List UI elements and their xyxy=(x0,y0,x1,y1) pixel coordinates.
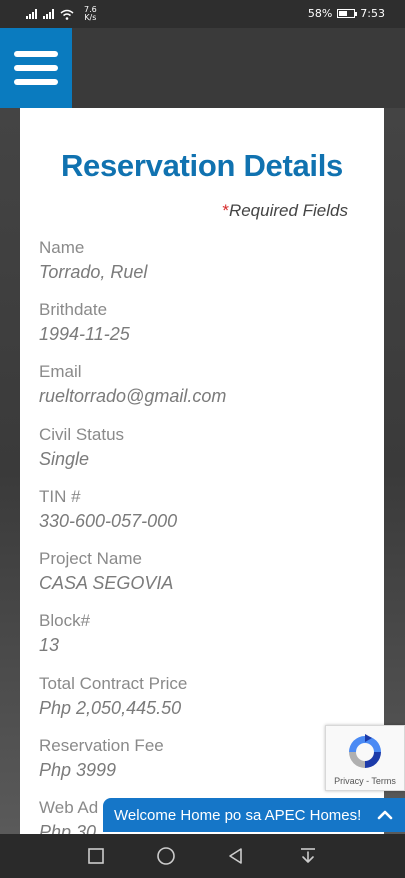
battery-icon xyxy=(337,9,358,18)
wifi-icon xyxy=(60,9,74,20)
field-value: Torrado, Ruel xyxy=(39,262,148,282)
field-label: Email xyxy=(39,362,82,381)
battery-percent: 58% xyxy=(307,7,333,20)
field-label: Civil Status xyxy=(39,425,125,444)
field-label: Block# xyxy=(39,611,91,630)
field-block: Block# 13 xyxy=(39,611,90,656)
field-total-contract-price: Total Contract Price Php 2,050,445.50 xyxy=(39,674,187,719)
field-name: Name Torrado, Ruel xyxy=(39,238,147,283)
back-icon[interactable] xyxy=(226,846,246,866)
hamburger-menu-icon[interactable] xyxy=(0,28,72,108)
field-value: Php 2,050,445.50 xyxy=(39,698,182,718)
field-label: TIN # xyxy=(39,487,81,506)
field-email: Email rueltorrado@gmail.com xyxy=(39,362,226,407)
field-tin: TIN # 330-600-057-000 xyxy=(39,487,177,532)
signal-icon xyxy=(26,9,37,19)
field-label: Name xyxy=(39,238,85,257)
field-project-name: Project Name CASA SEGOVIA xyxy=(39,549,173,594)
field-label: Total Contract Price xyxy=(39,674,188,693)
field-value: 1994-11-25 xyxy=(39,324,130,344)
recaptcha-icon xyxy=(349,734,381,768)
field-value: 330-600-057-000 xyxy=(39,511,178,531)
background-left xyxy=(0,108,20,834)
top-bar xyxy=(0,28,405,108)
field-reservation-fee: Reservation Fee Php 3999 xyxy=(39,736,164,781)
field-web-ad: Web Ad Php 30 xyxy=(39,798,98,834)
field-value: rueltorrado@gmail.com xyxy=(39,386,227,406)
clock: 7:53 xyxy=(360,7,385,20)
recaptcha-links[interactable]: Privacy - Terms xyxy=(326,776,404,786)
field-label: Web Ad xyxy=(39,798,99,817)
page-title: Reservation Details xyxy=(60,148,344,183)
signal-icon-2 xyxy=(43,9,54,19)
field-value: Php 3999 xyxy=(39,760,117,780)
field-birthdate: Brithdate 1994-11-25 xyxy=(39,300,130,345)
recaptcha-badge[interactable]: Privacy - Terms xyxy=(325,725,405,791)
field-label: Project Name xyxy=(39,549,142,568)
system-nav-bar xyxy=(0,834,405,878)
field-value: Php 30 xyxy=(39,822,97,834)
field-value: Single xyxy=(39,449,90,469)
net-speed: 7.6 K/s xyxy=(84,5,97,22)
chat-welcome-text: Welcome Home po sa APEC Homes! xyxy=(114,806,362,824)
chevron-up-icon[interactable] xyxy=(377,807,393,823)
field-label: Reservation Fee xyxy=(39,736,164,755)
field-label: Brithdate xyxy=(39,300,108,319)
home-icon[interactable] xyxy=(156,846,176,866)
notification-pull-icon[interactable] xyxy=(298,846,318,866)
chat-widget-bar[interactable]: Welcome Home po sa APEC Homes! xyxy=(103,798,405,832)
field-value: CASA SEGOVIA xyxy=(39,573,174,593)
field-civil-status: Civil Status Single xyxy=(39,425,124,470)
recent-apps-icon[interactable] xyxy=(86,846,106,866)
status-bar: 7.6 K/s 58% 7:53 xyxy=(0,0,405,28)
required-fields-note: *Required Fields xyxy=(222,201,348,220)
field-value: 13 xyxy=(39,635,60,655)
